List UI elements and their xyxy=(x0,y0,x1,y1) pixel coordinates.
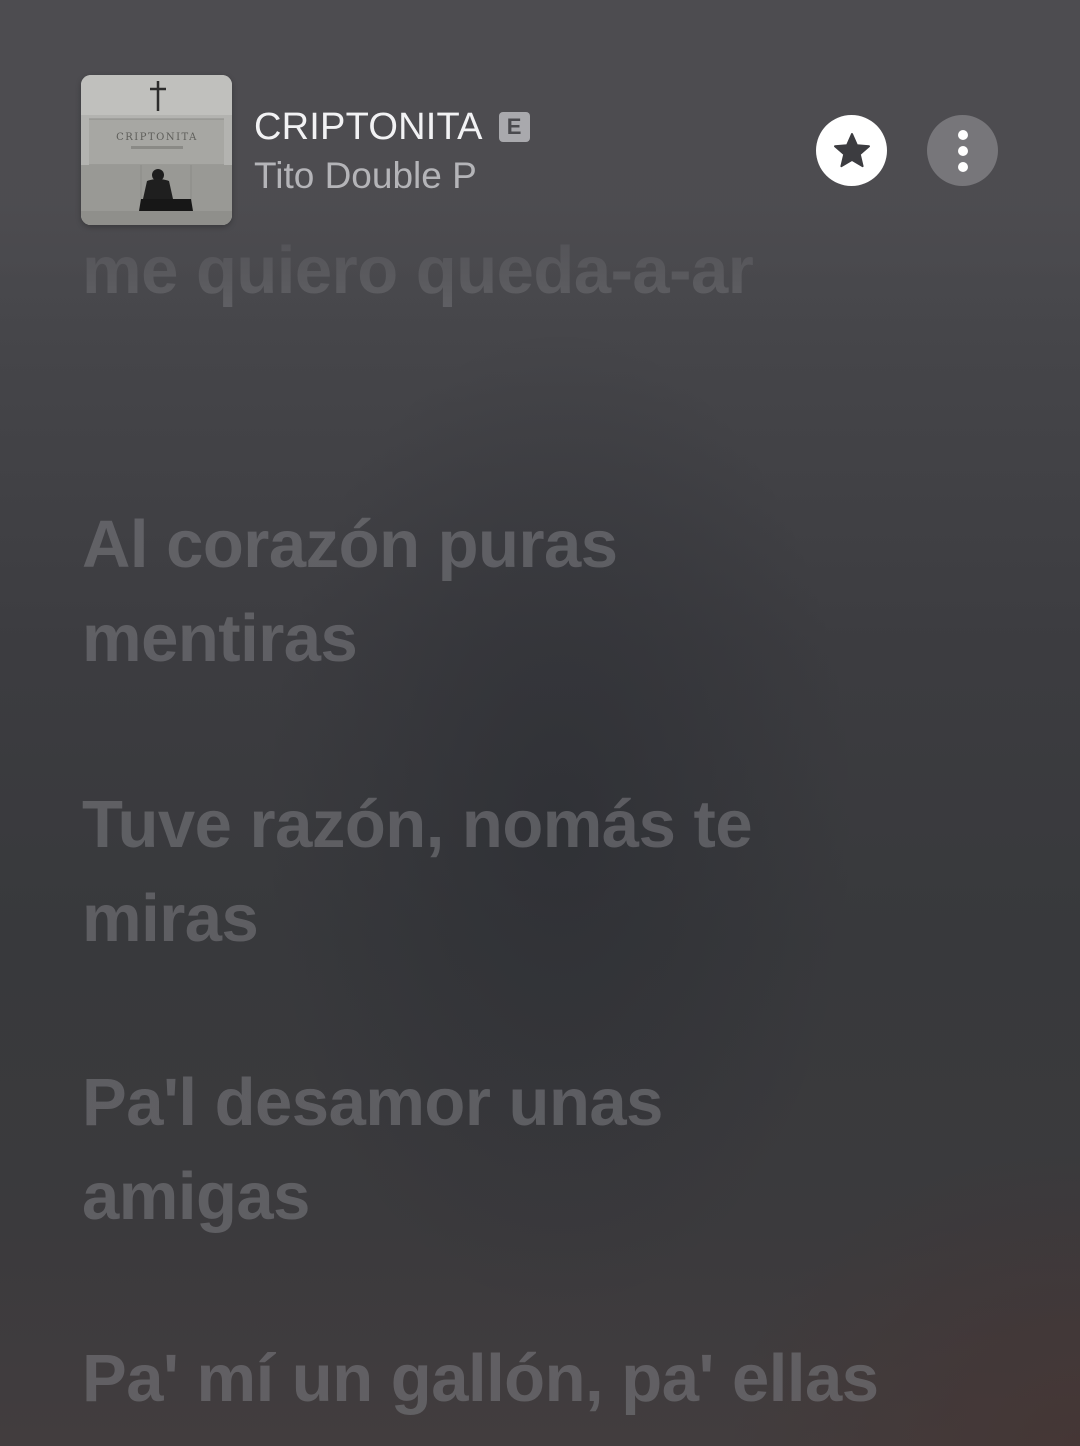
now-playing-header: CRIPTONITA CRIPTONITA E Tito Double P xyxy=(0,0,1080,240)
star-icon xyxy=(833,132,870,167)
song-info: CRIPTONITA E Tito Double P xyxy=(254,103,530,197)
lyric-line[interactable]: Al corazón puras mentiras xyxy=(82,498,722,686)
lyric-line[interactable]: Pa' mí un gallón, pa' ellas xyxy=(82,1332,982,1426)
lyric-line[interactable]: Tuve razón, nomás te miras xyxy=(82,778,882,966)
lyric-line[interactable]: Pa'l desamor unas amigas xyxy=(82,1056,782,1244)
album-artwork[interactable]: CRIPTONITA xyxy=(81,75,232,225)
artwork-caption-text: CRIPTONITA xyxy=(116,132,198,143)
title-row: CRIPTONITA E xyxy=(254,103,530,151)
favorite-button[interactable] xyxy=(816,115,887,186)
more-options-button[interactable] xyxy=(927,115,998,186)
ellipsis-vertical-icon xyxy=(957,129,968,172)
artist-name[interactable]: Tito Double P xyxy=(254,155,530,197)
explicit-badge: E xyxy=(498,112,530,142)
song-title[interactable]: CRIPTONITA xyxy=(254,106,483,149)
album-artwork-image: CRIPTONITA xyxy=(81,75,232,225)
